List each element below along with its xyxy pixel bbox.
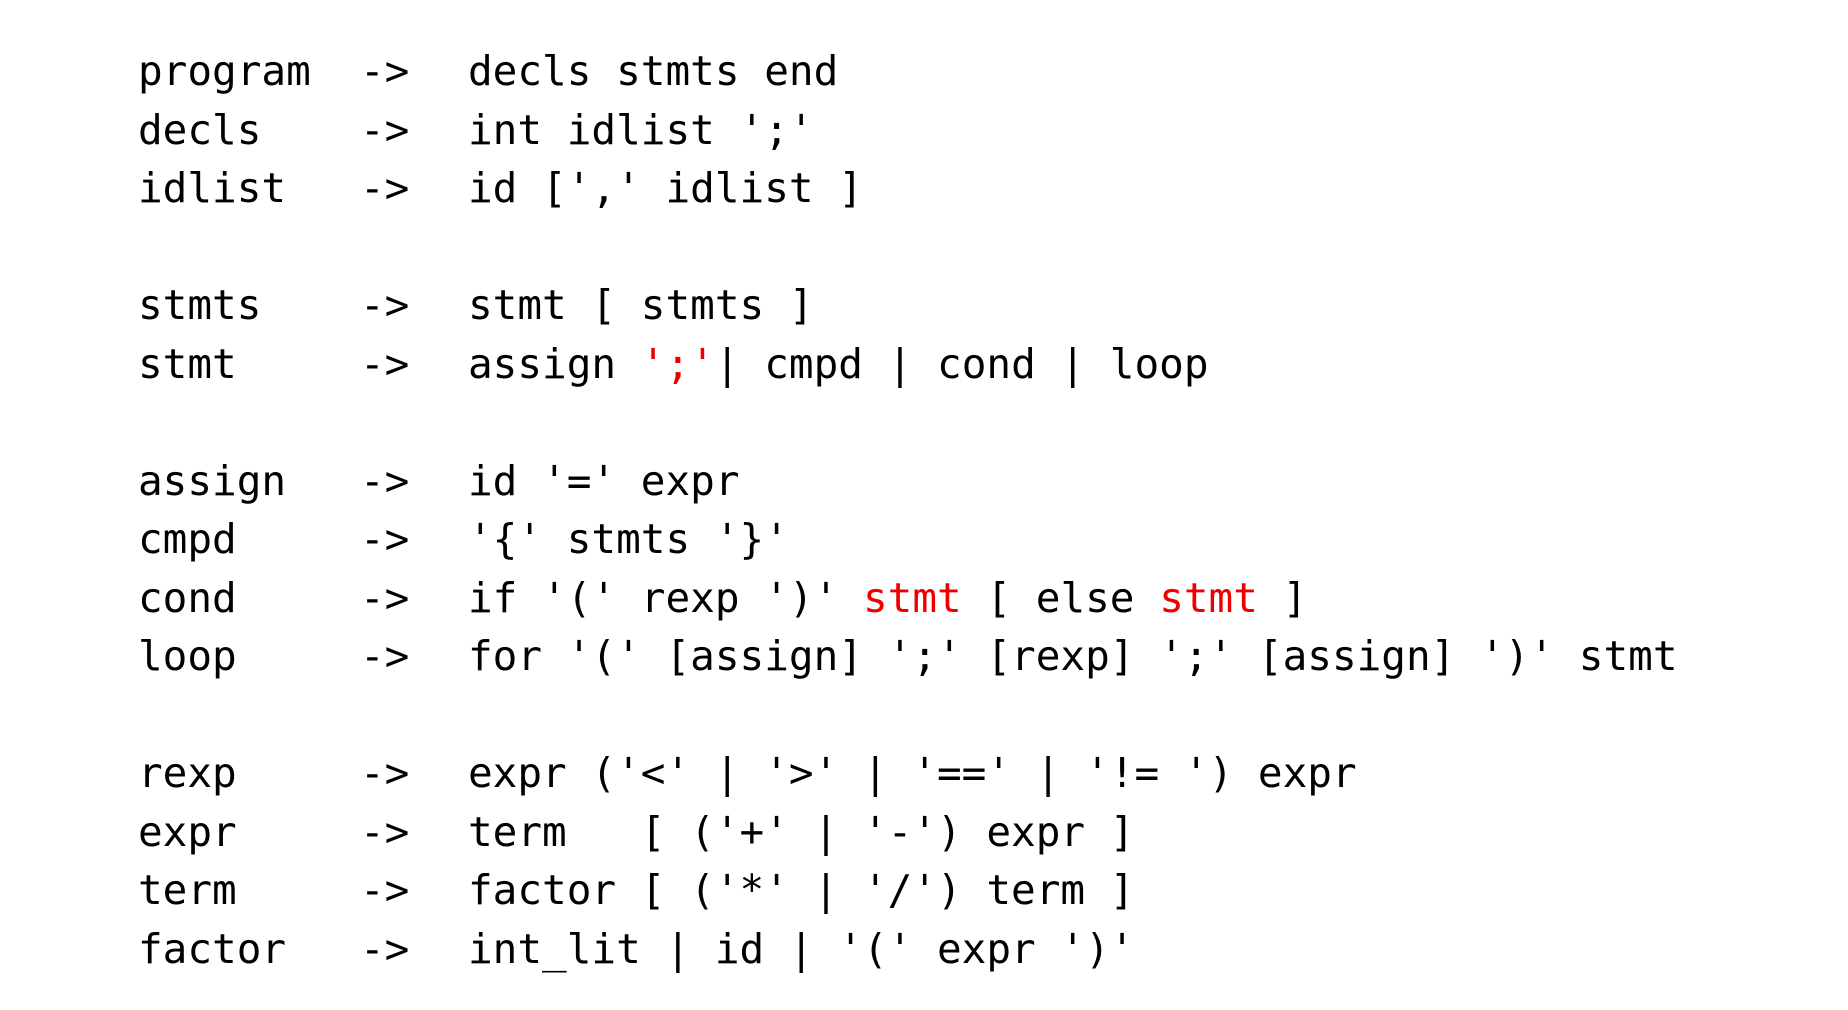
rhs-text: int idlist ';' xyxy=(468,105,814,154)
rhs-text: term [ ('+' | '-') expr ] xyxy=(468,807,1135,856)
rule-rhs: int_lit | id | '(' expr ')' xyxy=(468,920,1134,979)
rule-rhs: factor [ ('*' | '/') term ] xyxy=(468,861,1134,920)
rule-rhs: for '(' [assign] ';' [rexp] ';' [assign]… xyxy=(468,627,1678,686)
rule-arrow: -> xyxy=(360,456,410,505)
rule-lhs: factor xyxy=(138,924,287,973)
rhs-text: assign xyxy=(468,339,641,388)
grammar-rule: decls -> int idlist ';' xyxy=(138,101,1678,160)
rule-rhs: term [ ('+' | '-') expr ] xyxy=(468,803,1134,862)
rule-group: assign -> id '=' expr cmpd -> '{' stmts '}' co… xyxy=(138,452,1678,686)
grammar-rule: assign -> id '=' expr xyxy=(138,452,1678,511)
rhs-text: | cmpd | cond | loop xyxy=(714,339,1209,388)
rule-group: program -> decls stmts end decls -> int idlis… xyxy=(138,42,1678,218)
grammar-rule: cond -> if '(' rexp ')' stmt [ else stmt ] xyxy=(138,569,1678,628)
rule-lhs: assign xyxy=(138,456,287,505)
rhs-text: expr ('<' | '>' | '==' | '!= ') expr xyxy=(468,749,1357,797)
highlighted-token: stmt xyxy=(1159,573,1258,622)
rule-rhs: decls stmts end xyxy=(468,42,838,101)
grammar-rule: stmt -> assign ';'| cmpd | cond | loop xyxy=(138,335,1678,394)
grammar-rule: stmts -> stmt [ stmts ] xyxy=(138,276,1678,335)
rule-group: stmts -> stmt [ stmts ] stmt -> assign ';'| c… xyxy=(138,276,1678,393)
rhs-text: factor [ ('*' | '/') term ] xyxy=(468,866,1135,914)
grammar-rule: cmpd -> '{' stmts '}' xyxy=(138,510,1678,569)
rule-arrow: -> xyxy=(360,632,410,680)
rule-rhs: stmt [ stmts ] xyxy=(468,276,814,335)
rule-arrow: -> xyxy=(360,573,410,622)
rule-arrow: -> xyxy=(360,281,410,329)
rule-arrow: -> xyxy=(360,47,410,95)
rule-rhs: if '(' rexp ')' stmt [ else stmt ] xyxy=(468,569,1307,628)
rule-rhs: id [',' idlist ] xyxy=(468,159,863,218)
rhs-text: '{' stmts '}' xyxy=(468,515,789,563)
rule-rhs: expr ('<' | '>' | '==' | '!= ') expr xyxy=(468,744,1357,803)
rule-lhs: stmts xyxy=(138,281,262,329)
grammar-rule: idlist -> id [',' idlist ] xyxy=(138,159,1678,218)
rule-lhs: decls xyxy=(138,105,262,154)
rule-rhs: '{' stmts '}' xyxy=(468,510,789,569)
rule-lhs: idlist xyxy=(138,164,287,212)
rule-lhs: program xyxy=(138,47,311,95)
rule-lhs: term xyxy=(138,866,237,914)
rule-arrow: -> xyxy=(360,866,410,914)
rule-rhs: int idlist ';' xyxy=(468,101,814,160)
rule-arrow: -> xyxy=(360,924,410,973)
highlighted-token: stmt xyxy=(862,573,962,622)
grammar-rule: loop -> for '(' [assign] ';' [rexp] ';' [a… xyxy=(138,627,1678,686)
rhs-text: ] xyxy=(1257,573,1308,622)
rhs-text: int_lit | id | '(' expr ')' xyxy=(468,924,1135,973)
rule-arrow: -> xyxy=(360,749,410,797)
rhs-text: for '(' [assign] ';' [rexp] ';' [assign]… xyxy=(468,632,1678,680)
rule-arrow: -> xyxy=(360,105,410,154)
grammar-rule: factor -> int_lit | id | '(' expr ')' xyxy=(138,920,1678,979)
grammar-rule: rexp -> expr ('<' | '>' | '==' | '!= ') ex… xyxy=(138,744,1678,803)
rule-arrow: -> xyxy=(360,164,410,212)
rule-arrow: -> xyxy=(360,807,410,856)
grammar-rule: expr -> term [ ('+' | '-') expr ] xyxy=(138,803,1678,862)
highlighted-token: ';' xyxy=(640,339,715,388)
rule-lhs: loop xyxy=(138,632,237,680)
rhs-text: [ else xyxy=(961,573,1160,622)
rule-lhs: stmt xyxy=(138,339,237,388)
grammar-listing: program -> decls stmts end decls -> int idlis… xyxy=(138,42,1678,978)
rhs-text: stmt [ stmts ] xyxy=(468,281,814,329)
rhs-text: id [',' idlist ] xyxy=(468,164,863,212)
rule-arrow: -> xyxy=(360,339,410,388)
rule-arrow: -> xyxy=(360,515,410,563)
rule-lhs: cmpd xyxy=(138,515,237,563)
rule-rhs: assign ';'| cmpd | cond | loop xyxy=(468,335,1209,394)
rule-lhs: expr xyxy=(138,807,237,856)
rule-lhs: cond xyxy=(138,573,237,622)
rule-rhs: id '=' expr xyxy=(468,452,740,511)
rhs-text: if '(' rexp ')' xyxy=(468,573,863,622)
grammar-rule: program -> decls stmts end xyxy=(138,42,1678,101)
rhs-text: decls stmts end xyxy=(468,47,839,95)
rhs-text: id '=' expr xyxy=(468,456,740,505)
rule-group: rexp -> expr ('<' | '>' | '==' | '!= ') ex… xyxy=(138,744,1678,978)
grammar-rule: term -> factor [ ('*' | '/') term ] xyxy=(138,861,1678,920)
rule-lhs: rexp xyxy=(138,749,237,797)
